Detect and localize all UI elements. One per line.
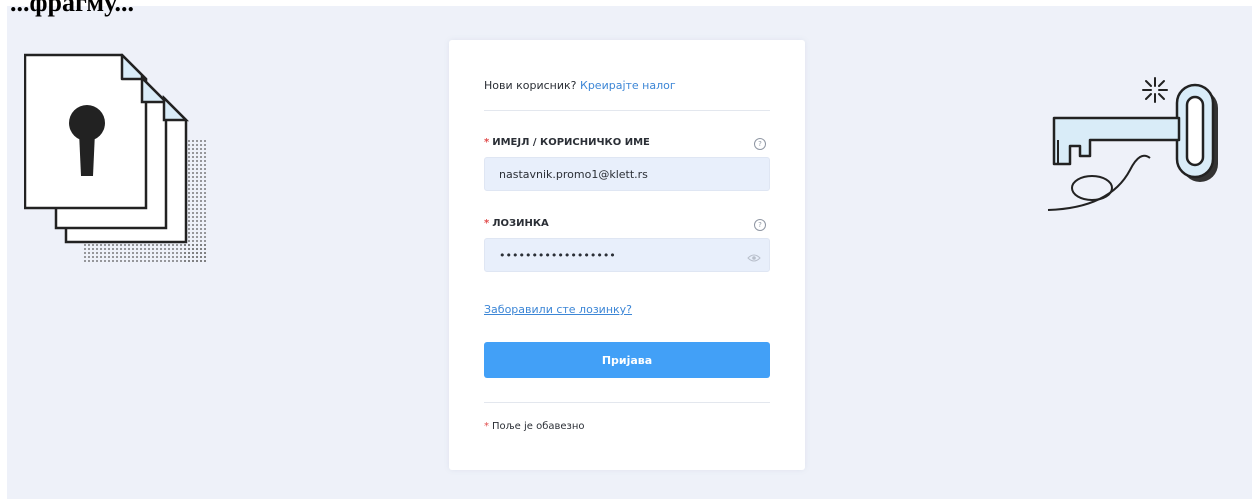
email-label: * ИМЕЈЛ / КОРИСНИЧКО ИМЕ [484, 137, 650, 148]
email-field[interactable] [484, 157, 770, 191]
separator [484, 402, 770, 403]
partial-page-heading: ...фрагму... [10, 0, 135, 17]
required-asterisk: * [484, 137, 490, 148]
new-user-prompt: Нови корисник? Креирајте налог [484, 79, 676, 92]
question-circle-icon[interactable]: ? [754, 219, 766, 231]
separator [484, 110, 770, 111]
question-circle-icon[interactable]: ? [754, 138, 766, 150]
locked-documents-icon [24, 53, 206, 262]
login-button[interactable]: Пријава [484, 342, 770, 378]
required-field-note: * Поље је обавезно [484, 421, 585, 432]
required-asterisk: * [484, 218, 490, 229]
key-icon [1047, 77, 1218, 211]
password-field[interactable] [484, 238, 770, 272]
new-user-text: Нови корисник? [484, 79, 577, 92]
eye-icon[interactable] [747, 253, 761, 263]
password-label: * ЛОЗИНКА [484, 218, 549, 229]
required-asterisk: * [484, 421, 489, 432]
login-card: Нови корисник? Креирајте налог * ИМЕЈЛ / … [449, 40, 805, 470]
create-account-link[interactable]: Креирајте налог [580, 79, 676, 92]
forgot-password-link[interactable]: Заборавили сте лозинку? [484, 303, 632, 316]
